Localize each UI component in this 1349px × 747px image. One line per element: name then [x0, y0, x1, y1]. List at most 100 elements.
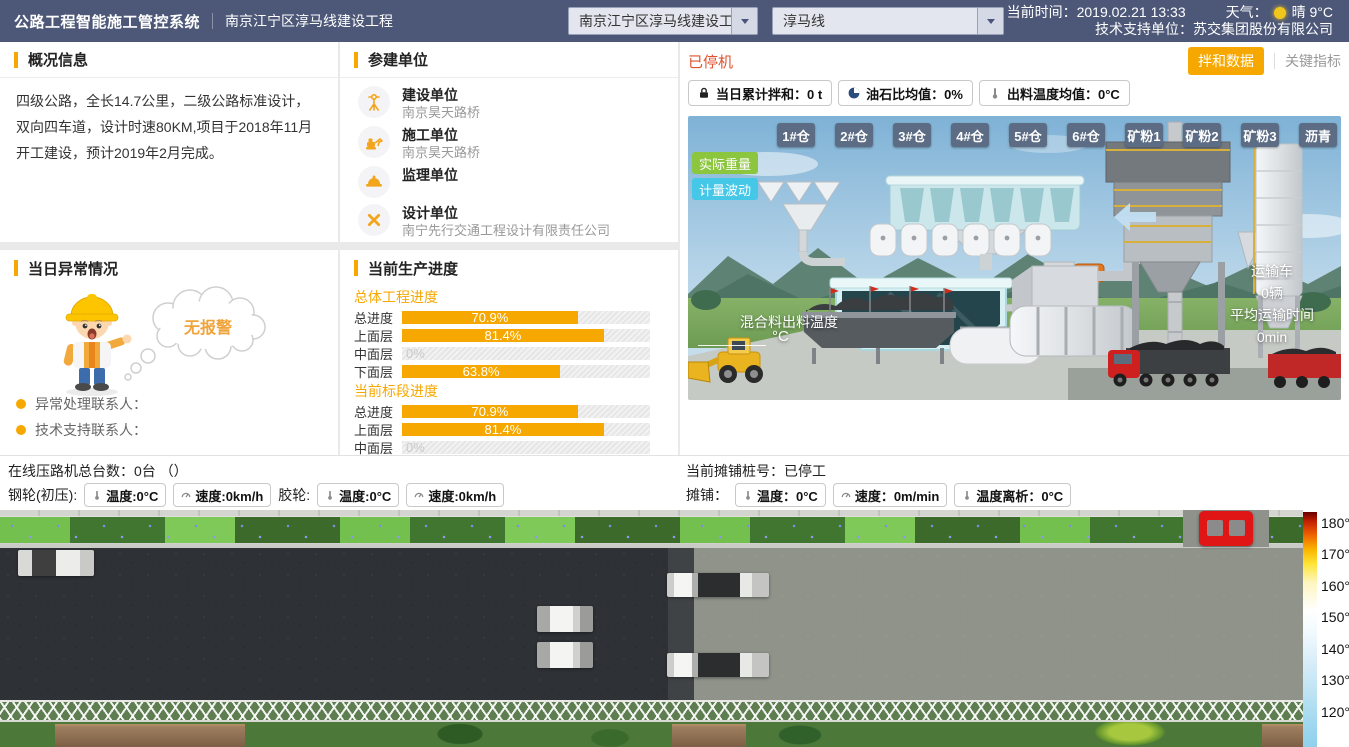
abnormal-panel: 当日异常情况 [0, 250, 338, 455]
thermometer-icon [989, 87, 1001, 99]
transport-time-label: 平均运输时间 [1213, 304, 1331, 326]
bin-button-asphalt[interactable]: 沥青 [1299, 123, 1337, 147]
bin-button-6[interactable]: 6#仓 [1067, 123, 1105, 147]
building-roof [672, 724, 746, 747]
plant-panel: 已停机 拌和数据 关键指标 当日累计拌和：0 t 油石比均值：0% 出料温度均值… [680, 42, 1349, 455]
bin-button-5[interactable]: 5#仓 [1009, 123, 1047, 147]
grass-strip-top [0, 516, 1303, 544]
tab-mixing-data[interactable]: 拌和数据 [1188, 47, 1264, 75]
paving-edge [668, 548, 694, 700]
temp-scale-label: 180°C [1321, 515, 1349, 531]
contact-label: 异常处理联系人： [35, 394, 147, 414]
service-truck [18, 550, 94, 576]
bin-button-3[interactable]: 3#仓 [893, 123, 931, 147]
support-unit: 技术支持单位：苏交集团股份有限公司 [1007, 21, 1333, 38]
units-panel: 参建单位 建设单位 南京昊天路桥 施工单 [340, 42, 678, 242]
roller-chip-row: 钢轮(初压): 温度:0°C 速度:0km/h 胶轮: 温度:0°C 速度:0k… [8, 482, 504, 508]
mix-temp-line [698, 345, 766, 346]
legend-actual-weight[interactable]: 实际重量 [692, 152, 758, 174]
sun-icon [1274, 7, 1286, 19]
progress-header: 当前生产进度 [340, 250, 678, 286]
progress-bar: 81.4% [402, 329, 650, 342]
progress-subtitle: 总体工程进度 [354, 288, 664, 306]
temp-scale-label: 120°C [1321, 704, 1349, 720]
bin-button-2[interactable]: 2#仓 [835, 123, 873, 147]
rubber-wheel-label: 胶轮: [278, 485, 310, 505]
plant-visualization: 1#仓 2#仓 3#仓 4#仓 5#仓 6#仓 矿粉1 矿粉2 矿粉3 沥青 实… [688, 116, 1341, 400]
bin-button-4[interactable]: 4#仓 [951, 123, 989, 147]
steel-wheel-label: 钢轮(初压): [8, 485, 77, 505]
thermometer-icon [325, 490, 335, 500]
overview-panel: 概况信息 四级公路，全长14.7公里，二级公路标准设计，双向四车道，设计时速80… [0, 42, 338, 242]
unit-value: 南京昊天路桥 [402, 104, 480, 121]
gauge-icon [414, 490, 424, 500]
bullet-icon [16, 399, 26, 409]
paving-station: 当前摊铺桩号：已停工 [686, 460, 1071, 482]
progress-bar: 0% [402, 441, 650, 454]
truck-window [1207, 520, 1223, 536]
mix-temp-label: 混合料出料温度 [740, 312, 838, 332]
brand-divider [212, 13, 213, 29]
paver-vehicle [667, 573, 769, 597]
line-select[interactable]: 淳马线 [772, 7, 1004, 35]
temp-scale-label: 150°C [1321, 609, 1349, 625]
bin-button-1[interactable]: 1#仓 [777, 123, 815, 147]
current-time: 当前时间：2019.02.21 13:33 [1007, 4, 1186, 21]
paving-segregation-chip: 温度离析：0°C [954, 483, 1071, 507]
mix-temp-unit: °C [772, 328, 789, 345]
progress-row: 中面层 0% [340, 344, 678, 362]
bin-button-powder-2[interactable]: 矿粉2 [1183, 123, 1221, 147]
middle-column: 参建单位 建设单位 南京昊天路桥 施工单 [340, 42, 678, 455]
temp-scale-label: 140°C [1321, 641, 1349, 657]
paving-chip-row: 摊铺： 温度：0°C 速度：0m/min 温度离析：0°C [686, 482, 1071, 508]
bin-button-powder-1[interactable]: 矿粉1 [1125, 123, 1163, 147]
bullet-icon [16, 425, 26, 435]
chevron-down-icon[interactable] [977, 8, 1003, 34]
abnormal-contact: 异常处理联系人： [16, 394, 147, 414]
header: 公路工程智能施工管控系统 南京江宁区淳马线建设工程 南京江宁区淳马线建设工程 淳… [0, 0, 1349, 42]
dashboard: 公路工程智能施工管控系统 南京江宁区淳马线建设工程 南京江宁区淳马线建设工程 淳… [0, 0, 1349, 747]
bin-button-powder-3[interactable]: 矿粉3 [1241, 123, 1279, 147]
temp-scale-label: 130°C [1321, 672, 1349, 688]
chevron-down-icon[interactable] [731, 8, 757, 34]
progress-row: 中面层 0% [340, 438, 678, 455]
section-accent-bar [14, 260, 18, 276]
weather-value: 晴 9°C [1292, 4, 1333, 21]
progress-row: 上面层 81.4% [340, 326, 678, 344]
truck-window [1229, 520, 1245, 536]
project-select-value: 南京江宁区淳马线建设工程 [569, 11, 731, 31]
paving-info: 当前摊铺桩号：已停工 摊铺： 温度：0°C 速度：0m/min 温度离析：0°C [686, 460, 1071, 508]
legend-metering-wave[interactable]: 计量波动 [692, 178, 758, 200]
progress-bar: 70.9% [402, 405, 650, 418]
progress-bar: 70.9% [402, 311, 650, 324]
survey-icon [358, 86, 390, 118]
bottom-info: 在线压路机总台数：0台 （） 钢轮(初压): 温度:0°C 速度:0km/h 胶… [0, 455, 1349, 510]
excavator-icon [358, 126, 390, 158]
transport-time-value: 0min [1213, 326, 1331, 348]
temp-scale-label: 160°C [1321, 578, 1349, 594]
roller-vehicle [537, 642, 593, 668]
stat-discharge-temp: 出料温度均值：0°C [979, 80, 1130, 106]
header-info: 当前时间：2019.02.21 13:33 天气： 晴 9°C 技术支持单位：苏… [1007, 4, 1333, 38]
building-roof [1262, 724, 1303, 747]
project-select[interactable]: 南京江宁区淳马线建设工程 [568, 7, 758, 35]
rubber-speed-chip: 速度:0km/h [406, 483, 504, 507]
tab-key-indicators[interactable]: 关键指标 [1285, 51, 1341, 71]
red-truck [1199, 511, 1253, 546]
rubber-temp-chip: 温度:0°C [317, 483, 399, 507]
paving-temp-chip: 温度：0°C [735, 483, 826, 507]
plant-stats-row: 当日累计拌和：0 t 油石比均值：0% 出料温度均值：0°C [680, 80, 1349, 106]
project-title: 南京江宁区淳马线建设工程 [225, 11, 393, 31]
steel-speed-chip: 速度:0km/h [173, 483, 271, 507]
pie-icon [848, 87, 860, 99]
unit-label: 建设单位 [402, 86, 480, 104]
progress-row: 总进度 70.9% [340, 308, 678, 326]
thermometer-icon [743, 490, 753, 500]
abnormal-title: 当日异常情况 [28, 258, 118, 279]
overview-header: 概况信息 [0, 42, 338, 78]
line-select-value: 淳马线 [773, 11, 977, 31]
tools-icon [358, 204, 390, 236]
units-title: 参建单位 [368, 49, 428, 70]
list-item-designer: 设计单位 南宁先行交通工程设计有限责任公司 [358, 204, 678, 239]
progress-title: 当前生产进度 [368, 258, 458, 279]
